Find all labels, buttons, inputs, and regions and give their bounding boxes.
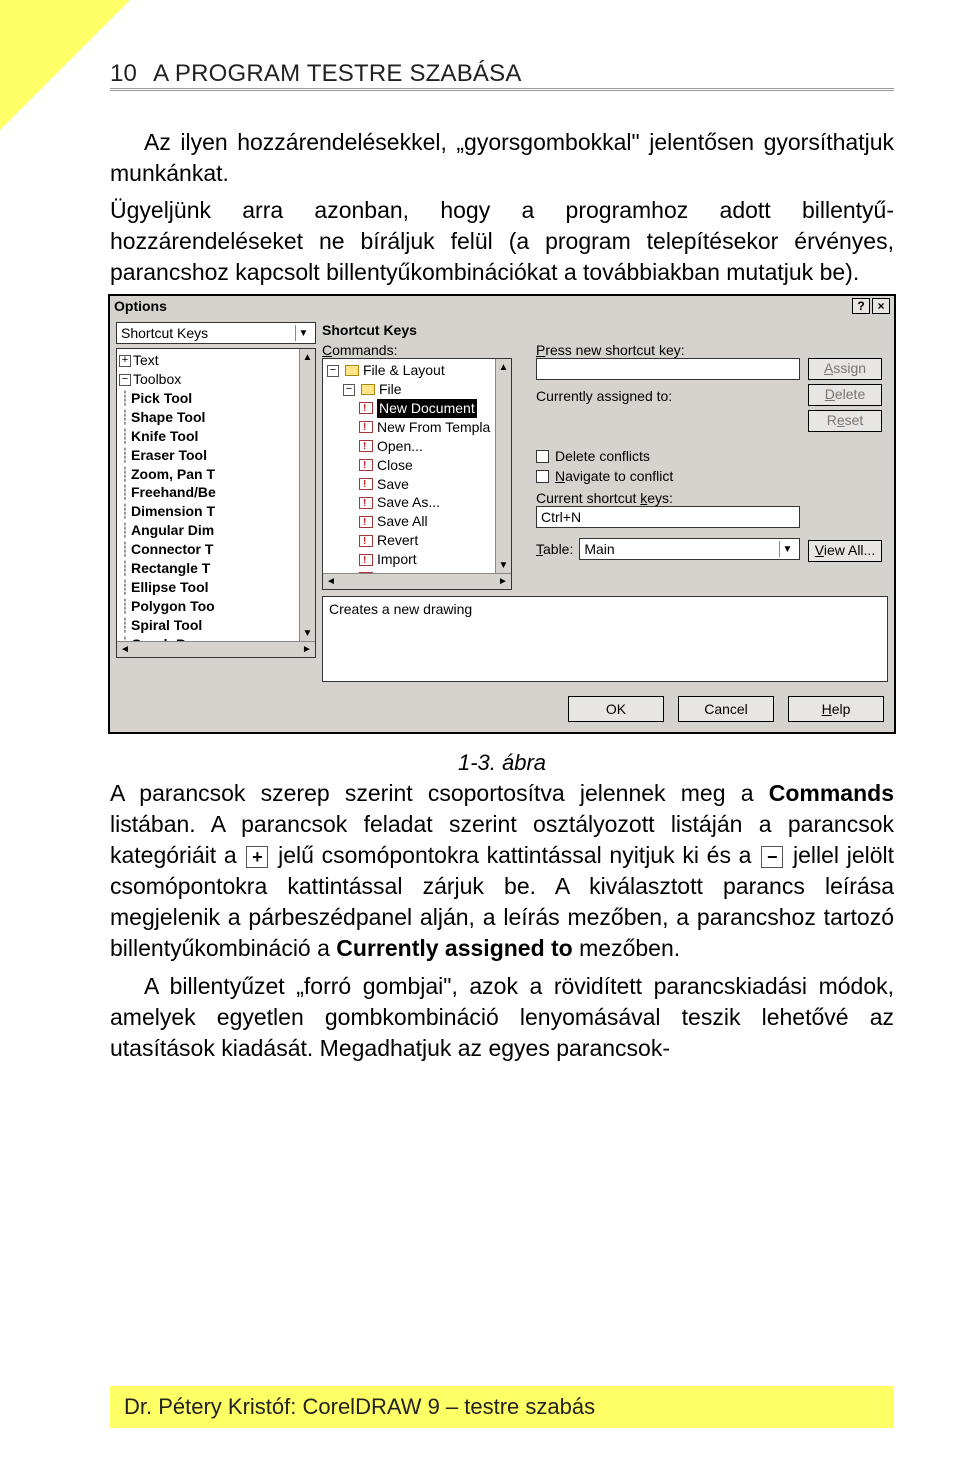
- page-footer: Dr. Pétery Kristóf: CorelDRAW 9 – testre…: [110, 1386, 894, 1428]
- paragraph-2: Ügyeljünk arra azonban, hogy a programho…: [110, 195, 894, 288]
- category-combo[interactable]: Shortcut Keys ▼: [116, 322, 316, 344]
- page-header: 10A PROGRAM TESTRE SZABÁSA: [110, 60, 894, 91]
- delete-button[interactable]: Delete: [808, 384, 882, 406]
- cancel-button[interactable]: Cancel: [678, 696, 774, 722]
- assign-button[interactable]: Assign: [808, 358, 882, 380]
- command-icon: [359, 459, 373, 471]
- commands-selected[interactable]: New Document: [377, 399, 477, 418]
- command-icon: [359, 516, 373, 528]
- new-shortcut-input[interactable]: [536, 358, 800, 380]
- plus-icon: +: [246, 846, 268, 868]
- scroll-left-icon[interactable]: ◄: [117, 642, 133, 658]
- chevron-down-icon: ▼: [295, 325, 311, 341]
- view-all-button[interactable]: View All...: [808, 540, 882, 562]
- description-box: Creates a new drawing: [322, 596, 888, 682]
- paragraph-1: Az ilyen hozzárendelésekkel, „gyorsgombo…: [110, 127, 894, 189]
- options-dialog: Options ? × Shortcut Keys ▼ +Text −Toolb…: [108, 294, 896, 734]
- delete-conflicts-checkbox[interactable]: [536, 450, 549, 463]
- scroll-down-icon[interactable]: ▼: [496, 557, 512, 573]
- chevron-down-icon: ▼: [779, 541, 795, 557]
- expand-icon[interactable]: +: [119, 355, 131, 367]
- table-combo[interactable]: Main ▼: [579, 538, 800, 560]
- dialog-title: Options: [114, 298, 167, 314]
- minus-icon: −: [761, 846, 783, 868]
- scroll-right-icon[interactable]: ►: [299, 642, 315, 658]
- command-icon: [359, 554, 373, 566]
- ok-button[interactable]: OK: [568, 696, 664, 722]
- page-title: A PROGRAM TESTRE SZABÁSA: [153, 60, 521, 87]
- close-button[interactable]: ×: [872, 298, 890, 314]
- scroll-left-icon[interactable]: ◄: [323, 574, 339, 590]
- currently-assigned-label: Currently assigned to:: [536, 388, 800, 404]
- scroll-up-icon[interactable]: ▲: [300, 349, 316, 365]
- nav-tree[interactable]: +Text −Toolbox ┊Pick Tool ┊Shape Tool ┊K…: [116, 348, 316, 658]
- scroll-right-icon[interactable]: ►: [495, 574, 511, 590]
- help-button[interactable]: ?: [852, 298, 870, 314]
- collapse-icon[interactable]: −: [119, 374, 131, 386]
- command-icon: [359, 402, 373, 414]
- command-icon: [359, 497, 373, 509]
- current-shortcut-box: Ctrl+N: [536, 506, 800, 528]
- command-icon: [359, 535, 373, 547]
- folder-icon: [345, 365, 359, 376]
- scroll-down-icon[interactable]: ▼: [300, 625, 316, 641]
- command-icon: [359, 440, 373, 452]
- command-icon: [359, 421, 373, 433]
- scroll-up-icon[interactable]: ▲: [496, 359, 512, 375]
- command-icon: [359, 478, 373, 490]
- folder-icon: [361, 384, 375, 395]
- reset-button[interactable]: Reset: [808, 410, 882, 432]
- paragraph-3: A parancsok szerep szerint csoportosítva…: [110, 778, 894, 964]
- figure-caption: 1-3. ábra: [110, 750, 894, 776]
- navigate-conflict-checkbox[interactable]: [536, 470, 549, 483]
- paragraph-4: A billentyűzet „forró gombjai", azok a r…: [110, 971, 894, 1064]
- help-button[interactable]: Help: [788, 696, 884, 722]
- commands-tree[interactable]: −File & Layout −File New Document New Fr…: [322, 358, 512, 590]
- category-combo-value: Shortcut Keys: [121, 325, 208, 341]
- panel-heading: Shortcut Keys: [322, 322, 888, 338]
